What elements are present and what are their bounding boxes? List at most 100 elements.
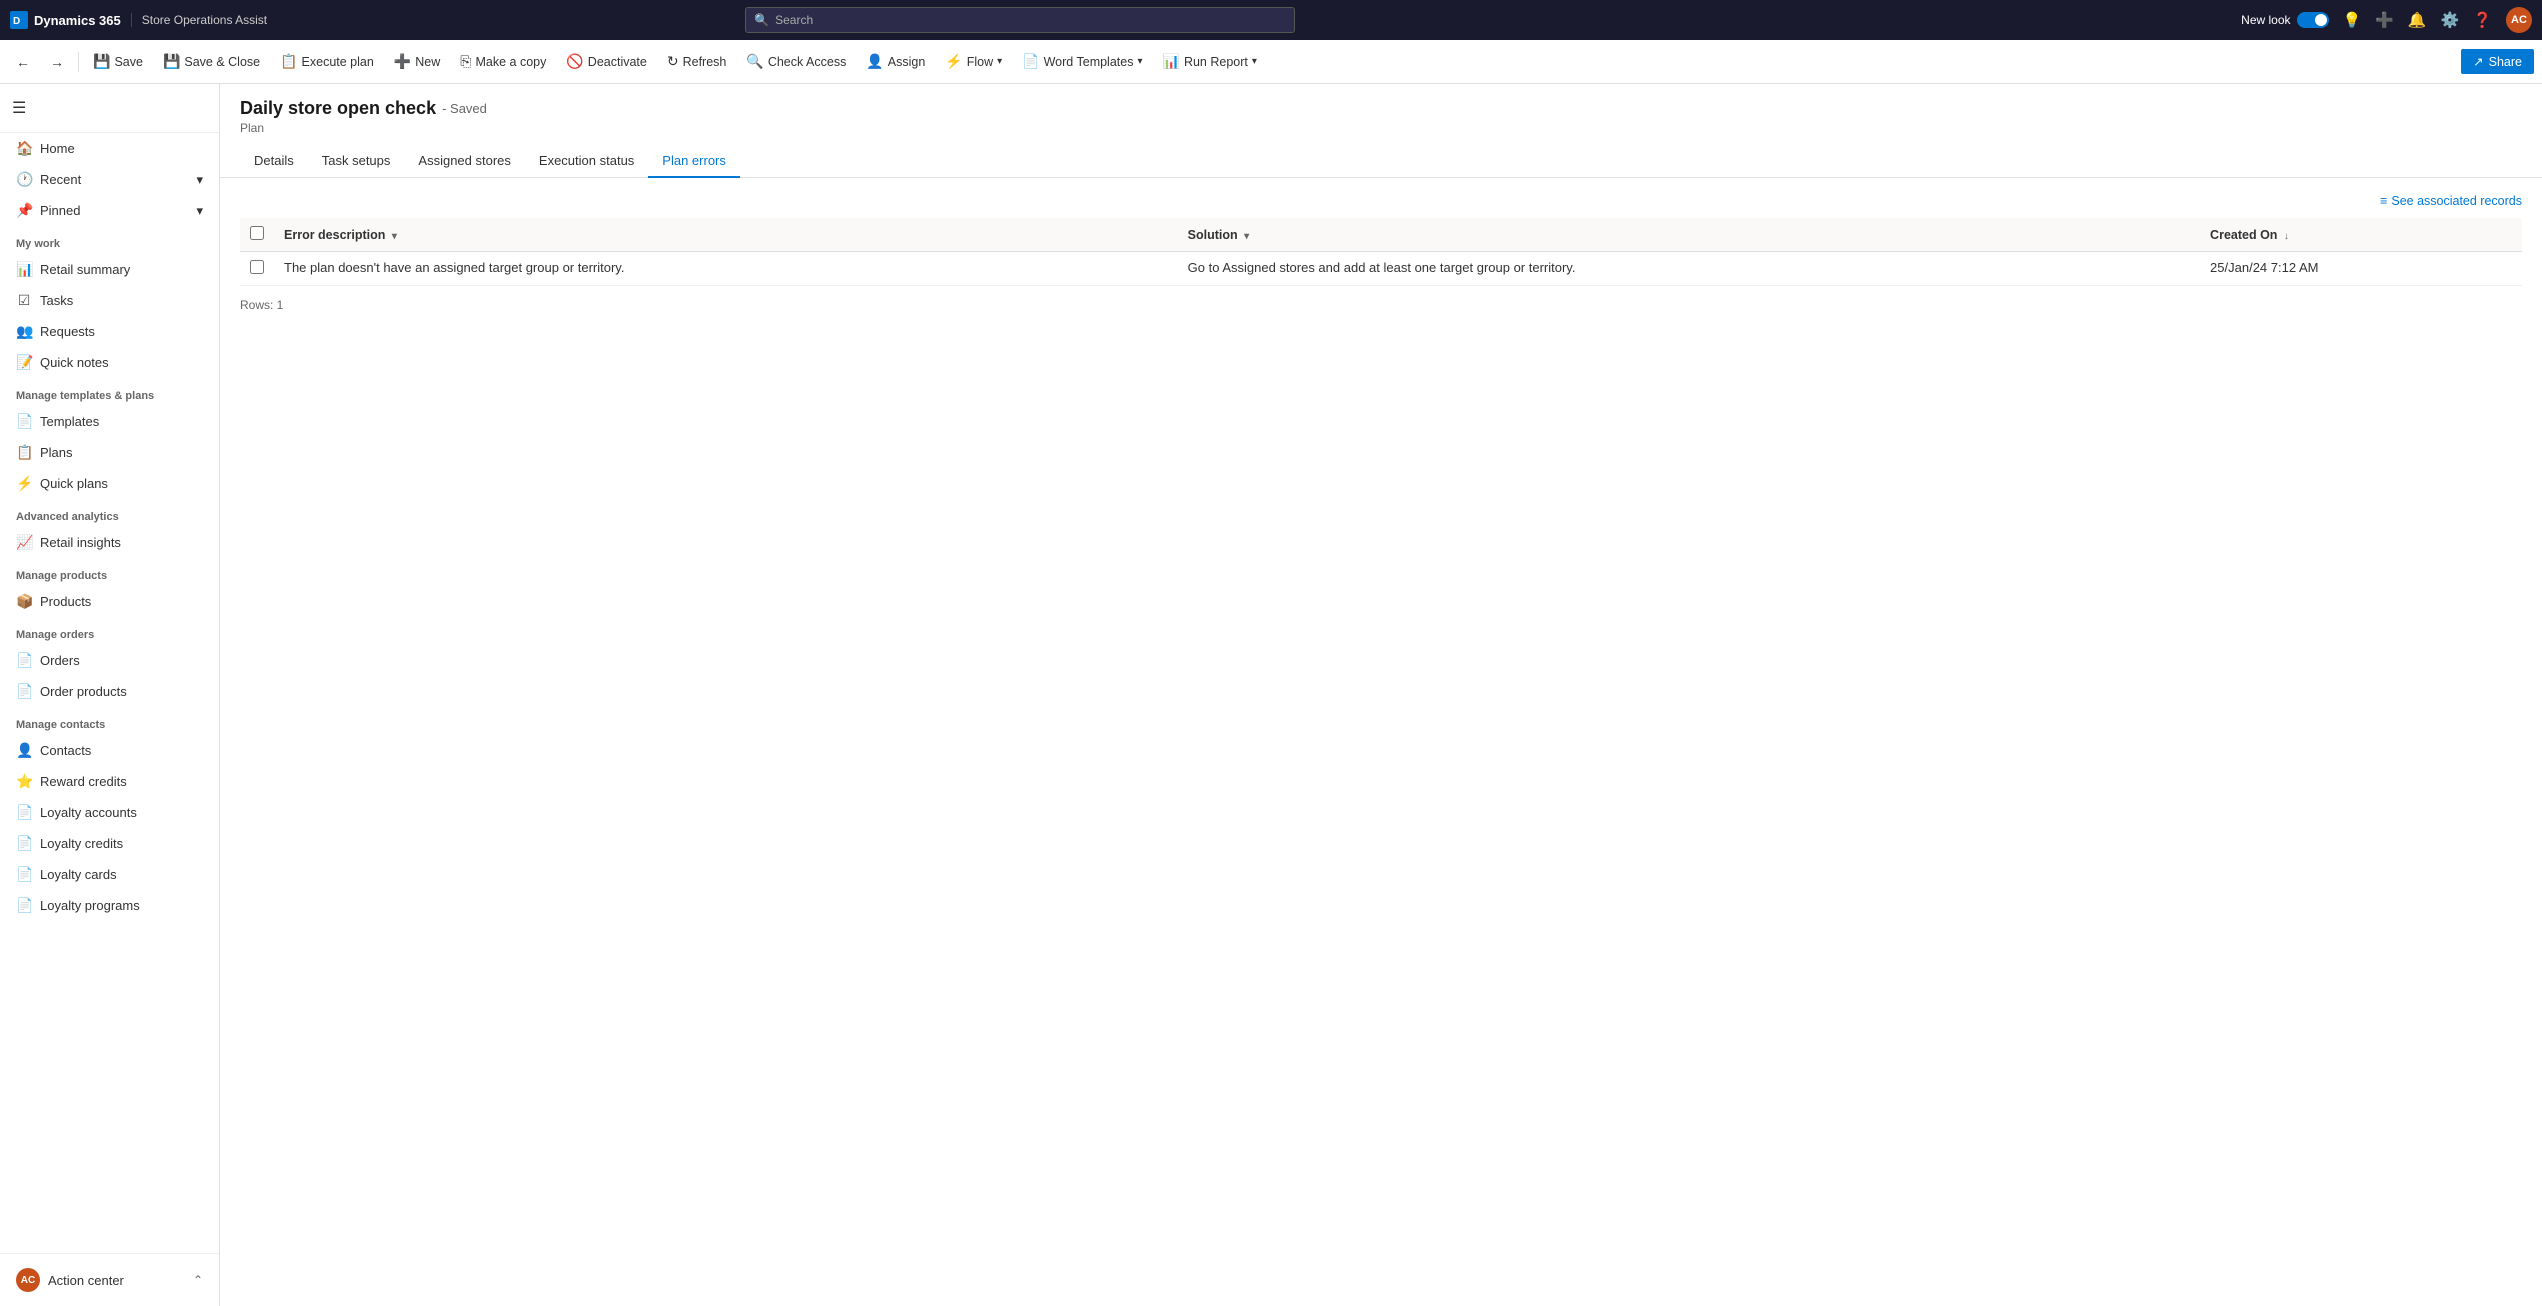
question-icon[interactable]: ❓ (2473, 11, 2492, 29)
sidebar-item-tasks[interactable]: ☑ Tasks (0, 285, 219, 316)
sidebar-item-products[interactable]: 📦 Products (0, 586, 219, 617)
app-name: Store Operations Assist (131, 13, 267, 27)
col-solution[interactable]: Solution ▾ (1178, 218, 2200, 252)
save-close-button[interactable]: 💾 Save & Close (155, 49, 268, 74)
sidebar-item-contacts[interactable]: 👤 Contacts (0, 735, 219, 766)
save-button[interactable]: 💾 Save (85, 49, 151, 74)
section-manage-products: Manage products (0, 558, 219, 586)
record-title-text: Daily store open check (240, 98, 436, 119)
new-button[interactable]: ➕ New (386, 49, 448, 74)
tab-plan-errors[interactable]: Plan errors (648, 145, 740, 178)
dynamics-label: Dynamics 365 (34, 13, 121, 28)
tasks-icon: ☑ (16, 292, 32, 309)
help-icon[interactable]: 💡 (2343, 11, 2362, 29)
nav-back-button[interactable]: ← (8, 50, 38, 74)
run-report-chevron: ▾ (1252, 56, 1257, 67)
search-box[interactable]: 🔍 Search (745, 7, 1295, 33)
sidebar-item-loyalty-programs[interactable]: 📄 Loyalty programs (0, 890, 219, 921)
sidebar-item-loyalty-accounts[interactable]: 📄 Loyalty accounts (0, 797, 219, 828)
new-look-toggle-switch[interactable] (2297, 12, 2329, 28)
dynamics-logo[interactable]: D Dynamics 365 (10, 11, 121, 29)
nav-forward-button[interactable]: → (42, 50, 72, 74)
table-header-row: Error description ▾ Solution ▾ Created O… (240, 218, 2522, 252)
assign-icon: 👤 (866, 53, 883, 70)
sidebar-retail-summary-label: Retail summary (40, 262, 130, 277)
sidebar-item-retail-summary[interactable]: 📊 Retail summary (0, 254, 219, 285)
error-desc-sort-icon: ▾ (392, 231, 397, 242)
refresh-icon: ↻ (667, 53, 679, 70)
back-icon: ← (16, 54, 30, 70)
action-center[interactable]: AC Action center ⌃ (0, 1260, 219, 1300)
add-icon[interactable]: ➕ (2375, 11, 2394, 29)
sidebar-item-plans[interactable]: 📋 Plans (0, 437, 219, 468)
word-templates-icon: 📄 (1022, 53, 1039, 70)
word-templates-button[interactable]: 📄 Word Templates ▾ (1014, 49, 1150, 74)
sidebar-item-templates[interactable]: 📄 Templates (0, 406, 219, 437)
make-copy-button[interactable]: ⎘ Make a copy (452, 49, 554, 74)
order-products-icon: 📄 (16, 683, 32, 700)
sidebar-bottom: AC Action center ⌃ (0, 1253, 219, 1306)
home-icon: 🏠 (16, 140, 32, 157)
tab-assigned-stores[interactable]: Assigned stores (404, 145, 525, 178)
sidebar-item-reward-credits[interactable]: ⭐ Reward credits (0, 766, 219, 797)
reward-credits-icon: ⭐ (16, 773, 32, 790)
sidebar-reward-credits-label: Reward credits (40, 774, 127, 789)
topbar-right: New look 💡 ➕ 🔔 ⚙️ ❓ AC (2241, 7, 2532, 33)
col-error-description[interactable]: Error description ▾ (274, 218, 1178, 252)
share-button[interactable]: ↗ Share (2461, 49, 2534, 74)
section-mywork: My work (0, 226, 219, 254)
see-assoc-icon: ≡ (2380, 194, 2387, 208)
user-avatar[interactable]: AC (2506, 7, 2532, 33)
check-access-button[interactable]: 🔍 Check Access (738, 49, 854, 74)
execute-plan-label: Execute plan (302, 55, 374, 69)
sidebar-item-recent[interactable]: 🕐 Recent ▾ (0, 164, 219, 195)
sidebar-item-retail-insights[interactable]: 📈 Retail insights (0, 527, 219, 558)
sidebar-item-order-products[interactable]: 📄 Order products (0, 676, 219, 707)
sidebar-loyalty-cards-label: Loyalty cards (40, 867, 117, 882)
refresh-button[interactable]: ↻ Refresh (659, 49, 735, 74)
pinned-chevron: ▾ (196, 203, 203, 219)
sidebar-quick-plans-label: Quick plans (40, 476, 108, 491)
row-checkbox-cell (240, 252, 274, 286)
col-created-on[interactable]: Created On ↓ (2200, 218, 2522, 252)
sidebar-item-pinned[interactable]: 📌 Pinned ▾ (0, 195, 219, 226)
loyalty-credits-icon: 📄 (16, 835, 32, 852)
sidebar-item-quick-plans[interactable]: ⚡ Quick plans (0, 468, 219, 499)
sidebar-item-requests[interactable]: 👥 Requests (0, 316, 219, 347)
command-bar: ← → 💾 Save 💾 Save & Close 📋 Execute plan… (0, 40, 2542, 84)
hamburger-icon[interactable]: ☰ (0, 90, 219, 126)
forward-icon: → (50, 54, 64, 70)
run-report-button[interactable]: 📊 Run Report ▾ (1155, 49, 1265, 74)
deactivate-button[interactable]: 🚫 Deactivate (558, 49, 655, 74)
tab-task-setups[interactable]: Task setups (308, 145, 405, 178)
sidebar-item-home[interactable]: 🏠 Home (0, 133, 219, 164)
settings-icon[interactable]: ⚙️ (2441, 11, 2460, 29)
requests-icon: 👥 (16, 323, 32, 340)
flow-chevron: ▾ (997, 56, 1002, 67)
flow-icon: ⚡ (945, 53, 962, 70)
share-label: Share (2489, 55, 2522, 69)
sidebar-item-orders[interactable]: 📄 Orders (0, 645, 219, 676)
col-error-desc-label: Error description (284, 228, 385, 242)
pinned-icon: 📌 (16, 202, 32, 219)
tab-details[interactable]: Details (240, 145, 308, 178)
select-all-checkbox[interactable] (250, 226, 264, 240)
sidebar-item-quick-notes[interactable]: 📝 Quick notes (0, 347, 219, 378)
section-advanced-analytics: Advanced analytics (0, 499, 219, 527)
notification-icon[interactable]: 🔔 (2408, 11, 2427, 29)
assign-button[interactable]: 👤 Assign (858, 49, 933, 74)
see-associated-records[interactable]: ≡ See associated records (2380, 194, 2522, 208)
sidebar-item-loyalty-cards[interactable]: 📄 Loyalty cards (0, 859, 219, 890)
execute-plan-button[interactable]: 📋 Execute plan (272, 49, 382, 74)
check-access-icon: 🔍 (746, 53, 763, 70)
record-type-label: Plan (240, 121, 2522, 135)
row-checkbox[interactable] (250, 260, 264, 274)
sidebar-item-loyalty-credits[interactable]: 📄 Loyalty credits (0, 828, 219, 859)
topbar: D Dynamics 365 Store Operations Assist 🔍… (0, 0, 2542, 40)
run-report-icon: 📊 (1163, 53, 1180, 70)
new-look-toggle[interactable]: New look (2241, 12, 2328, 28)
flow-button[interactable]: ⚡ Flow ▾ (937, 49, 1010, 74)
loyalty-programs-icon: 📄 (16, 897, 32, 914)
table-row: The plan doesn't have an assigned target… (240, 252, 2522, 286)
tab-execution-status[interactable]: Execution status (525, 145, 648, 178)
